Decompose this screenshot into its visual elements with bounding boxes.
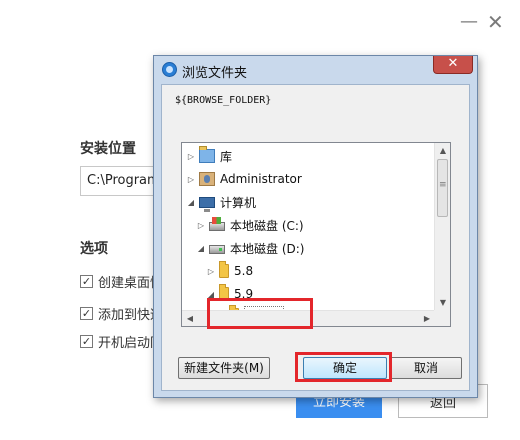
tree-item-label: 计算机 — [220, 195, 257, 210]
scroll-right-icon[interactable]: ▶ — [419, 311, 435, 326]
new-folder-button[interactable]: 新建文件夹(M) — [178, 357, 270, 379]
scroll-corner — [434, 310, 450, 326]
user-folder-icon — [199, 172, 215, 186]
vertical-scrollbar[interactable]: ▲ ▼ — [434, 143, 450, 311]
scroll-up-icon[interactable]: ▲ — [435, 143, 450, 159]
tree-item-label: 本地磁盘 (C:) — [230, 218, 304, 233]
expand-icon[interactable]: ▷ — [186, 152, 196, 161]
install-location-label: 安装位置 — [80, 141, 136, 157]
selected-folder-highlight — [207, 298, 313, 329]
checkbox-checked-icon[interactable]: ✓ — [80, 275, 93, 288]
scroll-left-icon[interactable]: ◀ — [182, 311, 198, 326]
tree-item-label: Administrator — [220, 172, 302, 186]
library-icon — [199, 146, 215, 163]
tree-item-label: 本地磁盘 (D:) — [230, 241, 305, 256]
dialog-title: 浏览文件夹 — [182, 66, 248, 81]
options-label: 选项 — [80, 241, 108, 257]
drive-icon — [209, 245, 225, 254]
folder-icon — [219, 261, 229, 278]
tree-item-folder-5-8[interactable]: ▷ 5.8 — [206, 260, 253, 282]
dialog-description: ${BROWSE_FOLDER} — [175, 95, 272, 106]
tree-item-library[interactable]: ▷ 库 — [186, 145, 232, 167]
dialog-close-button[interactable]: ✕ — [433, 56, 473, 74]
tree-item-label: 库 — [220, 149, 233, 164]
dialog-body: ${BROWSE_FOLDER} ▷ 库 ▷ Administrator ◢ 计… — [161, 84, 470, 391]
cancel-button[interactable]: 取消 — [390, 357, 462, 379]
tree-item-drive-d[interactable]: ◢ 本地磁盘 (D:) — [196, 237, 305, 259]
browse-folder-dialog: 浏览文件夹 ✕ ${BROWSE_FOLDER} ▷ 库 ▷ Administr… — [153, 55, 478, 398]
tree-item-label: 5.8 — [234, 264, 254, 278]
scroll-down-icon[interactable]: ▼ — [435, 295, 450, 311]
expand-icon[interactable]: ▷ — [186, 175, 196, 184]
expand-icon[interactable]: ▷ — [196, 221, 206, 230]
scroll-thumb[interactable] — [437, 159, 448, 217]
dialog-titlebar[interactable]: 浏览文件夹 ✕ — [154, 56, 477, 84]
option-startup[interactable]: ✓ 开机启动同 — [80, 332, 163, 351]
computer-icon — [199, 196, 215, 212]
option-quick-launch[interactable]: ✓ 添加到快速 — [80, 304, 163, 323]
tree-item-drive-c[interactable]: ▷ 本地磁盘 (C:) — [196, 214, 304, 236]
collapse-icon[interactable]: ◢ — [186, 198, 196, 207]
checkbox-checked-icon[interactable]: ✓ — [80, 307, 93, 320]
expand-icon[interactable]: ▷ — [206, 267, 216, 276]
checkbox-checked-icon[interactable]: ✓ — [80, 335, 93, 348]
tree-item-computer[interactable]: ◢ 计算机 — [186, 191, 256, 213]
app-logo-icon — [162, 62, 177, 77]
ok-button-highlight — [295, 352, 392, 382]
system-drive-icon — [209, 217, 225, 231]
option-desktop-shortcut[interactable]: ✓ 创建桌面快 — [80, 272, 163, 291]
tree-item-administrator[interactable]: ▷ Administrator — [186, 168, 302, 190]
close-icon[interactable]: ✕ — [487, 12, 504, 32]
collapse-icon[interactable]: ◢ — [196, 244, 206, 253]
minimize-icon[interactable]: — — [460, 12, 478, 32]
